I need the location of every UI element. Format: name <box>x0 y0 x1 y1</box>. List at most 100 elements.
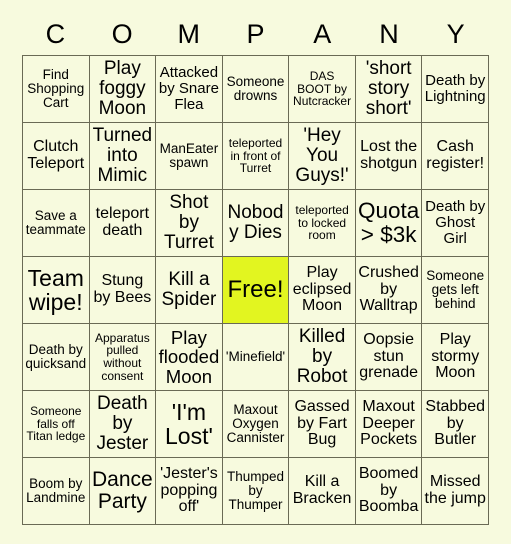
bingo-cell-label: Thumped by Thumper <box>226 468 285 513</box>
bingo-cell[interactable]: Thumped by Thumper <box>222 458 290 525</box>
bingo-cell[interactable]: Missed the jump <box>422 458 489 525</box>
bingo-cell[interactable]: Maxout Oxygen Cannister <box>222 391 290 458</box>
bingo-cell[interactable]: Play stormy Moon <box>422 324 489 391</box>
bingo-header-letter: N <box>379 19 399 49</box>
bingo-cell-label: Maxout Oxygen Cannister <box>226 401 285 446</box>
bingo-cell[interactable]: Death by Lightning <box>422 56 489 123</box>
bingo-cell[interactable]: Team wipe! <box>23 257 90 324</box>
bingo-cell-label: Maxout Deeper Pockets <box>360 397 418 449</box>
bingo-cell[interactable]: Someone falls off Titan ledge <box>23 391 90 458</box>
bingo-cell-label: Missed the jump <box>424 473 486 507</box>
bingo-header-letter: M <box>177 19 201 49</box>
bingo-cell[interactable]: 'I'm Lost' <box>156 391 223 458</box>
bingo-cell[interactable]: Shot by Turret <box>156 190 223 257</box>
bingo-cell[interactable]: Crushed by Walltrap <box>355 257 423 324</box>
bingo-cell[interactable]: ManEater spawn <box>156 123 223 190</box>
bingo-cell[interactable]: Maxout Deeper Pockets <box>355 391 423 458</box>
bingo-cell[interactable]: 'Hey You Guys!' <box>289 123 356 190</box>
bingo-header-letter: A <box>313 19 332 49</box>
bingo-cell-label: Boom by Landmine <box>26 475 86 505</box>
bingo-cell[interactable]: Kill a Bracken <box>289 458 356 525</box>
bingo-cell[interactable]: Boom by Landmine <box>23 458 90 525</box>
bingo-cell-label: Cash register! <box>426 138 485 172</box>
bingo-free-cell[interactable]: Free! <box>222 257 290 324</box>
bingo-cell[interactable]: 'Minefield' <box>222 324 290 391</box>
bingo-header-letter: C <box>45 19 66 49</box>
bingo-cell-label: Quota > $3k <box>357 198 420 247</box>
bingo-cell[interactable]: teleported in front of Turret <box>222 123 290 190</box>
bingo-cell[interactable]: Kill a Spider <box>156 257 223 324</box>
bingo-cell-label: Death by Ghost Girl <box>425 198 486 247</box>
bingo-cell-label: Death by Lightning <box>424 72 486 105</box>
bingo-cell-label: Dance Party <box>92 467 153 513</box>
bingo-cell[interactable]: Killed by Robot <box>289 324 356 391</box>
bingo-cell-label: 'Minefield' <box>225 348 286 364</box>
bingo-cell[interactable]: Someone drowns <box>222 56 290 123</box>
bingo-cell[interactable]: Cash register! <box>422 123 489 190</box>
bingo-cell[interactable]: Turned into Mimic <box>89 123 157 190</box>
bingo-cell[interactable]: Death by quicksand <box>23 324 90 391</box>
bingo-grid: Find Shopping Cart Play foggy Moon Attacke… <box>22 55 489 525</box>
bingo-cell-label: Stung by Bees <box>93 272 152 306</box>
bingo-cell-label: 'I'm Lost' <box>164 398 213 449</box>
bingo-cell[interactable]: Gassed by Fart Bug <box>289 391 356 458</box>
bingo-cell-label: Team wipe! <box>27 264 84 315</box>
bingo-cell[interactable]: teleported to locked room <box>289 190 356 257</box>
bingo-cell-label: Play foggy Moon <box>98 57 147 120</box>
bingo-header-letter: P <box>246 19 265 49</box>
bingo-cell-label: Attacked by Snare Flea <box>158 64 219 113</box>
bingo-cell-label: Someone falls off Titan ledge <box>26 403 86 444</box>
bingo-cell[interactable]: Lost the shotgun <box>355 123 423 190</box>
bingo-cell-label: Gassed by Fart Bug <box>294 397 350 449</box>
bingo-cell[interactable]: Apparatus pulled without consent <box>89 324 157 391</box>
bingo-cell-label: Killed by Robot <box>296 325 348 388</box>
bingo-cell-label: Kill a Bracken <box>292 473 352 507</box>
bingo-cell[interactable]: Find Shopping Cart <box>23 56 90 123</box>
bingo-cell-label: teleported to locked room <box>295 202 349 243</box>
bingo-cell[interactable]: Play eclipsed Moon <box>289 257 356 324</box>
bingo-cell[interactable]: Death by Jester <box>89 391 157 458</box>
bingo-cell[interactable]: Stabbed by Butler <box>422 391 489 458</box>
bingo-cell-label: 'Hey You Guys!' <box>295 124 349 187</box>
bingo-cell[interactable]: DAS BOOT by Nutcracker <box>289 56 356 123</box>
bingo-cell-label: Kill a Spider <box>161 268 217 310</box>
bingo-cell-label: Clutch Teleport <box>27 138 85 172</box>
bingo-cell-label: teleported in front of Turret <box>228 135 283 176</box>
bingo-cell[interactable]: Attacked by Snare Flea <box>156 56 223 123</box>
bingo-cell-label: Oopsie stun grenade <box>359 330 418 382</box>
bingo-cell[interactable]: Death by Ghost Girl <box>422 190 489 257</box>
bingo-cell-label: Play stormy Moon <box>431 330 480 382</box>
bingo-cell[interactable]: Play flooded Moon <box>156 324 223 391</box>
bingo-cell[interactable]: Oopsie stun grenade <box>355 324 423 391</box>
bingo-cell-label: Apparatus pulled without consent <box>95 330 150 383</box>
bingo-cell-label: Death by Jester <box>96 392 149 455</box>
bingo-cell-label: teleport death <box>95 205 150 239</box>
bingo-cell-label: Nobody Dies <box>227 201 284 243</box>
bingo-cell[interactable]: Boomed by Boomba <box>355 458 423 525</box>
bingo-header-letter: Y <box>446 19 465 49</box>
bingo-cell-label: Turned into Mimic <box>92 124 153 187</box>
bingo-cell-label: Crushed by Walltrap <box>358 263 419 315</box>
bingo-cell[interactable]: Save a teammate <box>23 190 90 257</box>
bingo-cell[interactable]: Someone gets left behind <box>422 257 489 324</box>
bingo-cell-label: Play flooded Moon <box>158 326 220 387</box>
bingo-cell[interactable]: teleport death <box>89 190 157 257</box>
bingo-cell-label: Shot by Turret <box>163 191 214 254</box>
bingo-cell-label: Death by quicksand <box>25 341 87 371</box>
bingo-cell-label: Stabbed by Butler <box>425 397 485 449</box>
bingo-cell[interactable]: Nobody Dies <box>222 190 290 257</box>
bingo-cell[interactable]: Quota > $3k <box>355 190 423 257</box>
bingo-cell-label: 'short story short' <box>365 57 412 120</box>
bingo-cell[interactable]: 'short story short' <box>355 56 423 123</box>
bingo-cell[interactable]: Clutch Teleport <box>23 123 90 190</box>
bingo-cell-label: DAS BOOT by Nutcracker <box>293 68 352 109</box>
bingo-cell-label: Find Shopping Cart <box>27 66 85 111</box>
bingo-cell[interactable]: 'Jester's popping off' <box>156 458 223 525</box>
bingo-header-letter: O <box>111 19 133 49</box>
bingo-cell-label: ManEater spawn <box>159 140 219 170</box>
bingo-cell-label: Boomed by Boomba <box>358 464 419 516</box>
bingo-cell[interactable]: Play foggy Moon <box>89 56 157 123</box>
bingo-cell[interactable]: Dance Party <box>89 458 157 525</box>
bingo-card: C O M P A N Y Find Shopping Cart Play foggy Moo… <box>0 0 511 544</box>
bingo-cell[interactable]: Stung by Bees <box>89 257 157 324</box>
